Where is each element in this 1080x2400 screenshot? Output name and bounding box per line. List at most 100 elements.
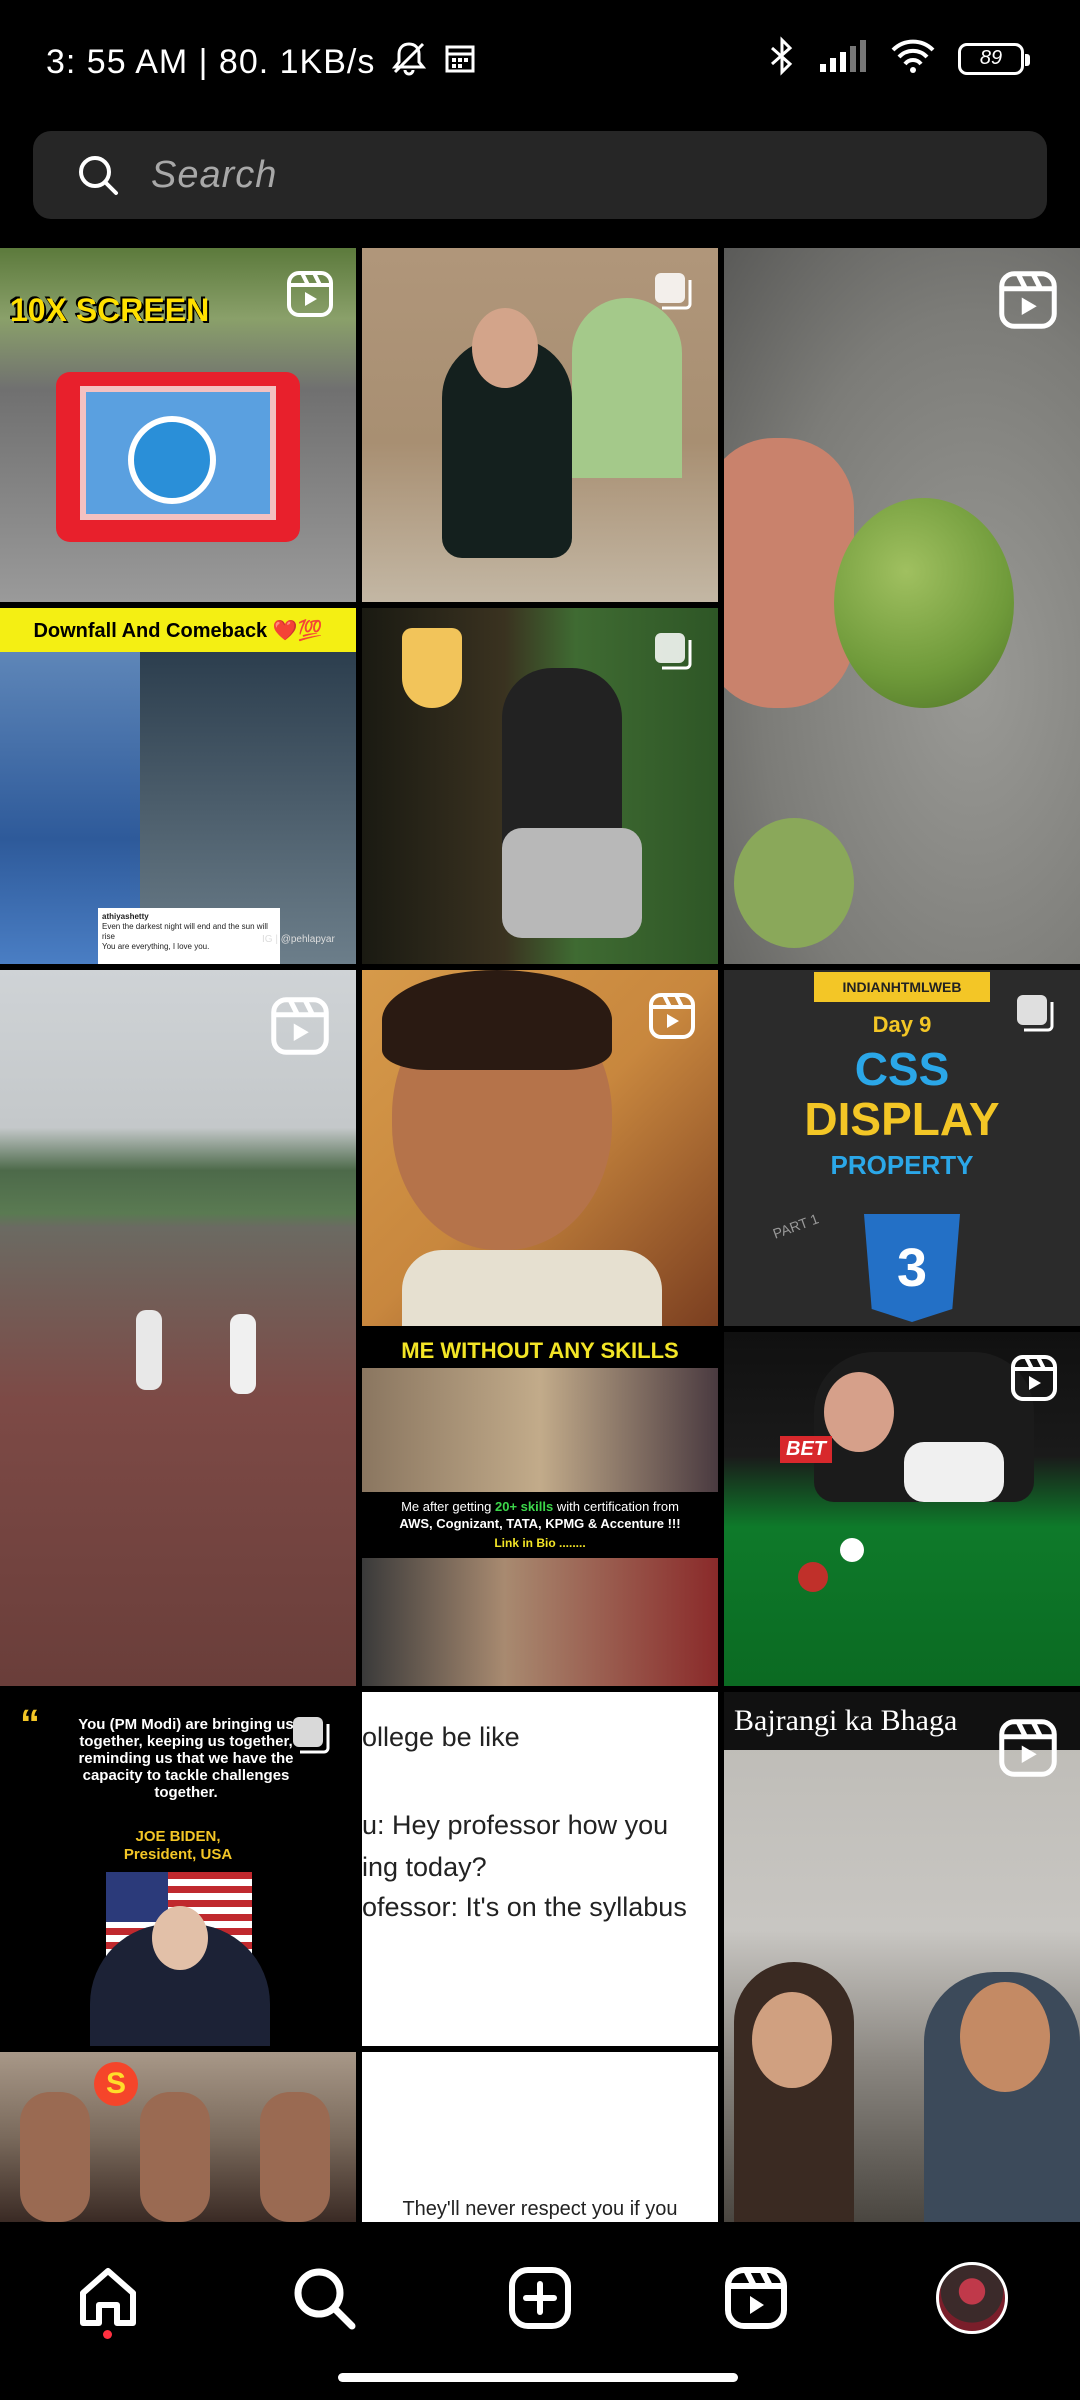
explore-grid: 10X SCREEN Downfall And Comeback ❤️💯 ath… bbox=[0, 248, 1080, 2222]
grid-tile-cricket-couple[interactable]: Downfall And Comeback ❤️💯 athiyashetty E… bbox=[0, 608, 356, 964]
grid-tile-css-display[interactable]: INDIANHTMLWEB Day 9 CSS DISPLAY PROPERTY… bbox=[724, 970, 1080, 1326]
tile-label-bajrangi: Bajrangi ka Bhaga bbox=[734, 1704, 958, 1737]
hair bbox=[382, 970, 612, 1070]
quote-mark-icon: “ bbox=[20, 1702, 40, 1746]
meme-companies: AWS, Cognizant, TATA, KPMG & Accenture !… bbox=[399, 1516, 681, 1531]
battery-icon: 89 bbox=[958, 42, 1030, 75]
grid-tile-skills-meme[interactable]: ME WITHOUT ANY SKILLS Me after getting 2… bbox=[362, 1332, 718, 1686]
meme-line-1: ollege be like bbox=[362, 1722, 520, 1752]
grid-tile-woman-archway[interactable] bbox=[362, 248, 718, 602]
css-title: CSS bbox=[854, 1043, 950, 1095]
reel-icon bbox=[271, 997, 329, 1055]
us-flag-canton bbox=[106, 1872, 168, 1922]
person-left-face bbox=[752, 1992, 832, 2088]
css3-number: 3 bbox=[896, 1238, 928, 1298]
comment-user: athiyashetty bbox=[102, 912, 149, 921]
green-fruit bbox=[834, 498, 1014, 708]
wall-lamp bbox=[402, 628, 462, 708]
part-label: PART 1 bbox=[770, 1210, 821, 1242]
home-icon bbox=[80, 2268, 136, 2326]
brand-ribbon: INDIANHTMLWEB bbox=[814, 972, 990, 1002]
grid-tile-beach-women[interactable]: S bbox=[0, 2052, 356, 2222]
small-fruit bbox=[734, 818, 854, 948]
wifi-icon bbox=[890, 38, 936, 79]
player-head bbox=[824, 1372, 894, 1452]
person-2 bbox=[230, 1314, 256, 1394]
meme-body: Me after getting 20+ skills with certifi… bbox=[362, 1498, 718, 1515]
reel-icon bbox=[1011, 1355, 1057, 1401]
css3-shield: 3 bbox=[864, 1214, 960, 1322]
meme-line-2: u: Hey professor how you bbox=[362, 1810, 669, 1840]
status-left: 3: 55 AM | 80. 1KB/s bbox=[46, 38, 477, 87]
yellow-banner: Downfall And Comeback ❤️💯 bbox=[0, 608, 356, 652]
status-bar: 3: 55 AM | 80. 1KB/s 89 bbox=[0, 0, 1080, 120]
figure-3 bbox=[260, 2092, 330, 2222]
tile-label-10x-screen: 10X SCREEN bbox=[10, 292, 210, 328]
quote-text: You (PM Modi) are bringing us together, … bbox=[78, 1716, 294, 1801]
home-indicator[interactable] bbox=[338, 2373, 738, 2382]
person-pants bbox=[502, 828, 642, 938]
grid-tile-car-couple[interactable]: Bajrangi ka Bhaga bbox=[724, 1692, 1080, 2222]
grid-tile-snooker[interactable]: BET bbox=[724, 1332, 1080, 1686]
meme-top-photo bbox=[362, 1368, 718, 1492]
carousel-icon bbox=[293, 1717, 330, 1754]
cue-ball bbox=[840, 1538, 864, 1562]
reel-icon bbox=[287, 271, 333, 317]
bluetooth-icon bbox=[768, 36, 796, 81]
reel-icon bbox=[999, 1719, 1057, 1777]
grid-tile-respect-text[interactable]: They'll never respect you if you bbox=[362, 2052, 718, 2222]
grid-tile-woman-green-wall[interactable] bbox=[362, 608, 718, 964]
grid-tile-college-meme[interactable]: ollege be like u: Hey professor how you … bbox=[362, 1692, 718, 2046]
comment-reply: You are everything, I love you. bbox=[102, 942, 210, 951]
speaker-head bbox=[152, 1906, 208, 1970]
figure-2 bbox=[140, 2092, 210, 2222]
nav-reels[interactable] bbox=[716, 2258, 796, 2338]
signal-icon bbox=[818, 38, 868, 79]
search-bar[interactable] bbox=[33, 131, 1047, 219]
nav-search[interactable] bbox=[284, 2258, 364, 2338]
banner-text: Downfall And Comeback ❤️💯 bbox=[33, 619, 323, 642]
status-time-speed: 3: 55 AM | 80. 1KB/s bbox=[46, 43, 376, 81]
grid-tile-green-fruit[interactable] bbox=[724, 248, 1080, 964]
red-ball bbox=[798, 1562, 828, 1592]
player-shirt bbox=[904, 1442, 1004, 1502]
person-1 bbox=[136, 1310, 162, 1390]
meme-body-highlight: 20+ skills bbox=[495, 1499, 554, 1514]
grid-tile-biden-quote[interactable]: “ You (PM Modi) are bringing us together… bbox=[0, 1692, 356, 2046]
person-head bbox=[472, 308, 538, 388]
brand-text: INDIANHTMLWEB bbox=[842, 979, 962, 995]
carousel-icon bbox=[655, 273, 692, 310]
nav-home[interactable] bbox=[68, 2258, 148, 2338]
mute-icon bbox=[389, 38, 429, 87]
nav-profile[interactable] bbox=[932, 2258, 1012, 2338]
figure-1 bbox=[20, 2092, 90, 2222]
property-title: PROPERTY bbox=[830, 1150, 974, 1180]
reels-icon bbox=[725, 2267, 787, 2329]
grid-tile-screen-magnifier[interactable]: 10X SCREEN bbox=[0, 248, 356, 602]
shirt bbox=[402, 1250, 662, 1326]
person-right-face bbox=[960, 1982, 1050, 2092]
calendar-icon bbox=[443, 41, 477, 84]
display-title: DISPLAY bbox=[804, 1093, 1000, 1145]
respect-text: They'll never respect you if you bbox=[402, 2198, 678, 2220]
ig-tag: IG | @pehlapyar bbox=[262, 934, 335, 945]
comment-text: Even the darkest night will end and the … bbox=[102, 922, 268, 941]
sponsor-badge: BET bbox=[780, 1436, 832, 1463]
quote-author: JOE BIDEN, bbox=[135, 1828, 221, 1845]
hand bbox=[724, 438, 854, 708]
search-input[interactable] bbox=[151, 153, 851, 197]
search-icon bbox=[79, 156, 118, 195]
search-icon bbox=[294, 2268, 356, 2330]
archway bbox=[572, 298, 682, 478]
battery-level: 89 bbox=[979, 47, 1003, 69]
meme-body-pre: Me after getting bbox=[401, 1499, 496, 1514]
quote-role: President, USA bbox=[123, 1846, 233, 1863]
status-right: 89 bbox=[768, 36, 1030, 81]
comment-box: athiyashetty Even the darkest night will… bbox=[98, 908, 280, 964]
meme-line-4: ofessor: It's on the syllabus bbox=[362, 1892, 687, 1922]
nav-create[interactable] bbox=[500, 2258, 580, 2338]
grid-tile-rain-field[interactable] bbox=[0, 970, 356, 1686]
carousel-icon bbox=[1017, 995, 1054, 1032]
home-notification-dot bbox=[103, 2330, 112, 2339]
grid-tile-smiling-man[interactable] bbox=[362, 970, 718, 1326]
